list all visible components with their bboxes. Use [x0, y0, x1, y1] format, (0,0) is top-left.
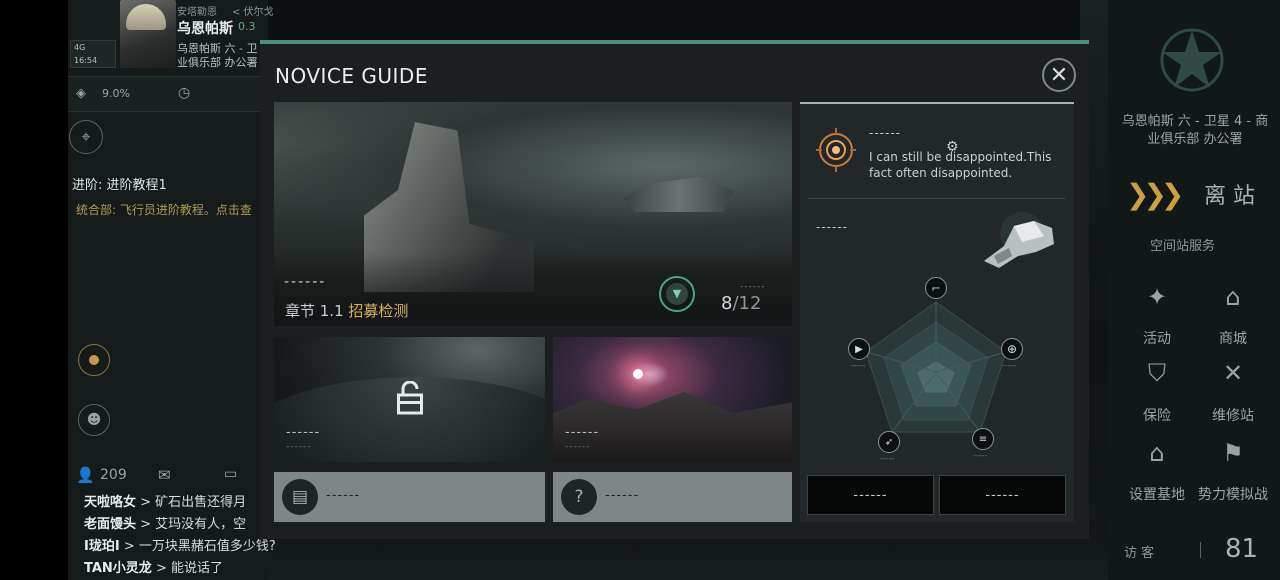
visitors-count: 81	[1225, 534, 1259, 564]
close-icon[interactable]: ✕	[1042, 58, 1076, 92]
chat-message[interactable]: I珑珀I > 一万块黑赭石值多少钱?	[84, 535, 276, 554]
station-name: 乌恩帕斯 六 - 卫星 4 - 商 业俱乐部 办公署	[1121, 114, 1269, 147]
person-icon[interactable]: ☻	[78, 404, 110, 436]
book-icon: ▤	[282, 479, 318, 515]
missile-icon[interactable]: ➶	[878, 431, 900, 453]
chat-message[interactable]: TAN小灵龙 > 能说话了	[84, 557, 223, 576]
help-icon: ?	[561, 479, 597, 515]
instructor-name: ------	[869, 126, 901, 140]
dialog-title: NOVICE GUIDE	[275, 64, 428, 88]
people-icon: 👤	[76, 466, 95, 484]
lock-icon	[397, 381, 423, 415]
menu-item-events[interactable]: 活动	[1122, 328, 1192, 348]
tutorial-subtitle[interactable]: 统合部: 飞行员进阶教程。点击查	[76, 201, 266, 218]
weapon-icon[interactable]: ⌐	[925, 277, 947, 299]
radar-label: -----	[880, 454, 895, 463]
base-icon[interactable]: ⌂	[1140, 436, 1174, 470]
radar-label: -----	[973, 451, 988, 460]
hero-sky	[274, 102, 792, 262]
shop-icon[interactable]: ⌂	[1216, 280, 1250, 314]
stat-button-right[interactable]: ------	[939, 475, 1066, 515]
stat-percent: 9.0%	[102, 87, 130, 100]
screen-edge	[0, 0, 68, 580]
rank-medal-icon	[816, 128, 856, 172]
status-box: 4G 16:54	[70, 40, 116, 68]
station-emblem-icon	[1160, 28, 1224, 92]
tutorial-title[interactable]: 进阶: 进阶教程1	[72, 174, 167, 193]
shield-icon[interactable]: ≡	[972, 428, 994, 450]
card-label: ------	[565, 425, 600, 440]
stat-row: ◈ 9.0% ◷	[68, 76, 268, 112]
pilot-name[interactable]: 乌恩帕斯	[177, 18, 233, 38]
chapter-dashes: ------	[284, 274, 327, 290]
chat-message[interactable]: 老面馒头 > 艾玛没有人，空	[84, 513, 246, 532]
undock-chevron-icon: ❯❯❯	[1126, 178, 1184, 211]
divider	[1200, 542, 1201, 558]
stat-button-left[interactable]: ------	[807, 475, 934, 515]
layers-icon: ◈	[76, 86, 86, 101]
manual-button-label: ------	[326, 488, 361, 503]
star-flare	[633, 369, 643, 379]
card-sublabel: ------	[565, 442, 591, 452]
instructor-quote: I can still be disappointed.This fact of…	[869, 150, 1052, 180]
help-button-label: ------	[605, 488, 640, 503]
menu-item-insurance[interactable]: 保险	[1122, 405, 1192, 425]
location-pin-icon[interactable]: ⌖	[69, 120, 103, 154]
location-line2: 业俱乐部 办公署	[177, 56, 258, 69]
menu-item-shop[interactable]: 商城	[1198, 328, 1268, 348]
mail-icon[interactable]: ✉	[158, 466, 171, 484]
ship-icon	[984, 212, 1054, 268]
radar-label: -----	[851, 361, 866, 370]
menu-item-simulation[interactable]: 势力模拟战	[1193, 484, 1273, 504]
menu-item-repair[interactable]: 维修站	[1198, 405, 1268, 425]
target-icon[interactable]	[78, 344, 110, 376]
card-sublabel: ------	[286, 442, 312, 452]
card-label: ------	[286, 425, 321, 440]
panel-separator	[808, 198, 1066, 199]
crosshair-icon[interactable]: ⊕	[1001, 338, 1023, 360]
panel-divider	[800, 102, 1074, 104]
repair-icon[interactable]: ✕	[1216, 356, 1250, 390]
visitors-label: 访 客	[1124, 546, 1155, 561]
clock-icon[interactable]: ◷	[178, 85, 190, 101]
undock-button[interactable]: 离 站	[1204, 178, 1255, 210]
manual-button[interactable]: ▤ ------	[274, 472, 545, 522]
chevron-down-icon: ▼	[666, 283, 688, 305]
region-label[interactable]: < 伏尔戈	[232, 3, 274, 18]
chapter-hero-image[interactable]	[274, 102, 792, 326]
signal-indicator: 4G	[74, 43, 86, 52]
clock: 16:54	[74, 56, 98, 65]
party-popper-icon[interactable]: ✦	[1140, 280, 1174, 314]
services-label: 空间站服务	[1150, 239, 1216, 254]
chapter-expand-button[interactable]: ▼	[659, 276, 695, 312]
security-status: 0.3	[238, 20, 256, 33]
online-count: 209	[100, 467, 127, 483]
insurance-icon[interactable]: ⛉	[1140, 356, 1174, 390]
ship-label: ------	[816, 220, 848, 234]
chat-icon[interactable]: ▭	[224, 466, 237, 482]
chapter-title: 章节 1.1 招募检测	[285, 302, 409, 320]
radar-label: -----	[1002, 361, 1017, 370]
corp-label: 安塔勒恩	[177, 7, 217, 18]
flags-icon[interactable]: ⚑	[1216, 436, 1250, 470]
chapter-progress: 8/12	[721, 293, 762, 314]
help-button[interactable]: ? ------	[553, 472, 792, 522]
chat-message[interactable]: 天啦咯女 > 矿石出售还得月	[84, 491, 246, 510]
ship-attribute-radar	[865, 301, 1007, 433]
progress-label: ------	[740, 282, 766, 292]
menu-item-base[interactable]: 设置基地	[1122, 484, 1192, 504]
engine-icon[interactable]: ▶	[848, 338, 870, 360]
